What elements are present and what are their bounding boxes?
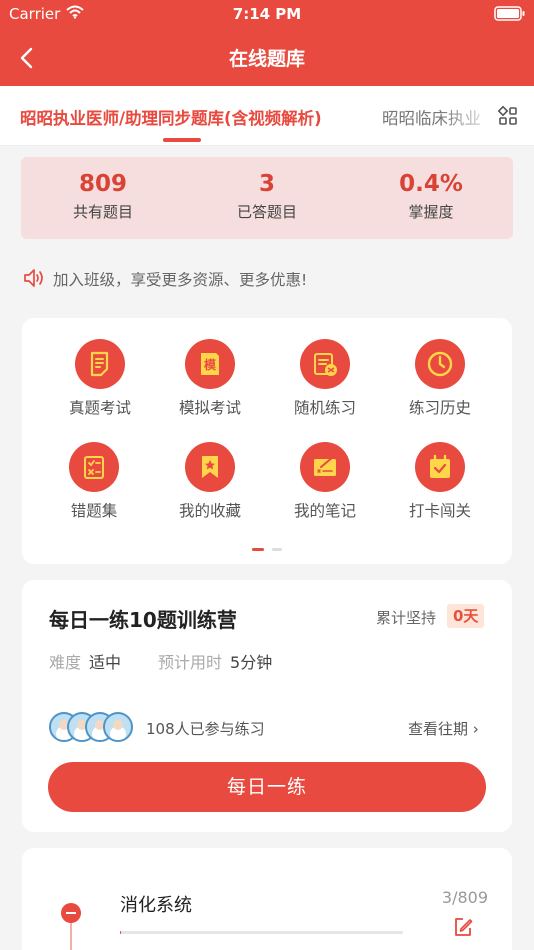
participants-count: 108人已参与练习 bbox=[146, 720, 265, 738]
avatar bbox=[103, 712, 133, 742]
stat-answered: 3 已答题目 bbox=[185, 171, 349, 222]
subject-tabs: 昭昭执业医师/助理同步题库(含视频解析) 昭昭临床执业 bbox=[0, 86, 534, 146]
paper-icon bbox=[90, 351, 109, 377]
mock-exam-glyph: 模 bbox=[204, 357, 217, 372]
menu-label: 打卡闯关 bbox=[408, 502, 471, 520]
menu-real-exam[interactable]: 真题考试 bbox=[55, 339, 145, 418]
page-dot bbox=[272, 548, 282, 551]
tab-fade bbox=[440, 86, 500, 145]
difficulty-value: 适中 bbox=[89, 653, 122, 672]
daily-title: 每日一练10题训练营 bbox=[49, 608, 237, 632]
status-time: 7:14 PM bbox=[232, 5, 302, 23]
checklist-icon bbox=[84, 456, 104, 479]
stat-mastery: 0.4% 掌握度 bbox=[349, 171, 513, 222]
mock-exam-icon: 模 bbox=[201, 353, 219, 375]
page-title: 在线题库 bbox=[228, 48, 305, 70]
difficulty: 难度 适中 bbox=[49, 649, 121, 673]
battery-icon bbox=[494, 6, 525, 21]
stat-answered-value: 3 bbox=[258, 171, 275, 197]
daily-practice-button[interactable]: 每日一练 bbox=[48, 762, 486, 812]
menu-practice-history[interactable]: 练习历史 bbox=[395, 339, 485, 418]
stat-total-label: 共有题目 bbox=[72, 203, 133, 221]
page-indicator bbox=[22, 548, 512, 552]
stat-answered-label: 已答题目 bbox=[236, 203, 297, 221]
chapter-progress-fill bbox=[120, 931, 122, 934]
persist-label: 累计坚持 bbox=[376, 609, 437, 627]
stat-mastery-value: 0.4% bbox=[399, 171, 463, 197]
chapter-name[interactable]: 消化系统 bbox=[120, 891, 192, 917]
chapter-progress-bar bbox=[120, 931, 403, 934]
menu-label: 模拟考试 bbox=[178, 399, 241, 417]
notes-icon bbox=[314, 456, 336, 476]
menu-checkin[interactable]: 打卡闯关 bbox=[395, 442, 485, 521]
stats-panel: 809 共有题目 3 已答题目 0.4% 掌握度 bbox=[21, 157, 513, 239]
difficulty-label: 难度 bbox=[49, 653, 82, 672]
menu-label: 练习历史 bbox=[408, 399, 471, 417]
view-history-link[interactable]: 查看往期 › bbox=[408, 718, 479, 739]
page-dot-active bbox=[252, 548, 264, 551]
view-history-label: 查看往期 bbox=[408, 720, 469, 738]
edit-icon[interactable] bbox=[452, 916, 474, 938]
tab-active-subject[interactable]: 昭昭执业医师/助理同步题库(含视频解析) bbox=[20, 105, 322, 129]
grid-menu-icon[interactable] bbox=[494, 102, 522, 130]
collapse-minus-icon[interactable] bbox=[61, 903, 81, 923]
calendar-check-icon bbox=[430, 454, 450, 478]
time-label: 预计用时 bbox=[158, 653, 223, 672]
stat-total: 809 共有题目 bbox=[21, 171, 185, 222]
time-value: 5分钟 bbox=[230, 653, 273, 672]
random-practice-icon bbox=[314, 353, 337, 376]
stat-total-value: 809 bbox=[78, 171, 127, 197]
stat-mastery-label: 掌握度 bbox=[408, 203, 454, 221]
menu-mock-exam[interactable]: 模 模拟考试 bbox=[165, 339, 255, 418]
speaker-icon bbox=[24, 269, 43, 287]
clock-icon bbox=[427, 351, 453, 377]
tab-indicator bbox=[163, 138, 201, 142]
bookmark-star-icon bbox=[202, 456, 218, 478]
daily-practice-card: 每日一练10题训练营 累计坚持 0天 难度 适中 预计用时 5分钟 108人已参与练… bbox=[22, 580, 512, 832]
menu-label: 错题集 bbox=[70, 502, 118, 520]
estimated-time: 预计用时 5分钟 bbox=[158, 649, 272, 673]
app-header: Carrier 7:14 PM 在线题库 bbox=[0, 0, 534, 86]
function-menu: 真题考试 模 模拟考试 随机练习 练习历史 错题集 我的收藏 我的笔记 打卡闯关 bbox=[22, 318, 512, 564]
menu-notes[interactable]: 我的笔记 bbox=[280, 442, 370, 521]
status-bar: Carrier 7:14 PM bbox=[0, 0, 534, 28]
chapter-count: 3/809 bbox=[441, 888, 488, 907]
participant-avatars bbox=[49, 712, 133, 742]
menu-label: 我的笔记 bbox=[293, 502, 356, 520]
menu-favorites[interactable]: 我的收藏 bbox=[165, 442, 255, 521]
notice-text: 加入班级，享受更多资源、更多优惠! bbox=[53, 271, 308, 289]
persist-badge: 0天 bbox=[447, 604, 485, 628]
menu-random-practice[interactable]: 随机练习 bbox=[280, 339, 370, 418]
menu-label: 我的收藏 bbox=[178, 502, 241, 520]
chapter-list: 消化系统 3/809 bbox=[22, 848, 512, 950]
chevron-right-icon: › bbox=[472, 720, 479, 738]
menu-label: 真题考试 bbox=[68, 399, 131, 417]
menu-label: 随机练习 bbox=[293, 399, 356, 417]
menu-wrong-questions[interactable]: 错题集 bbox=[49, 442, 139, 521]
